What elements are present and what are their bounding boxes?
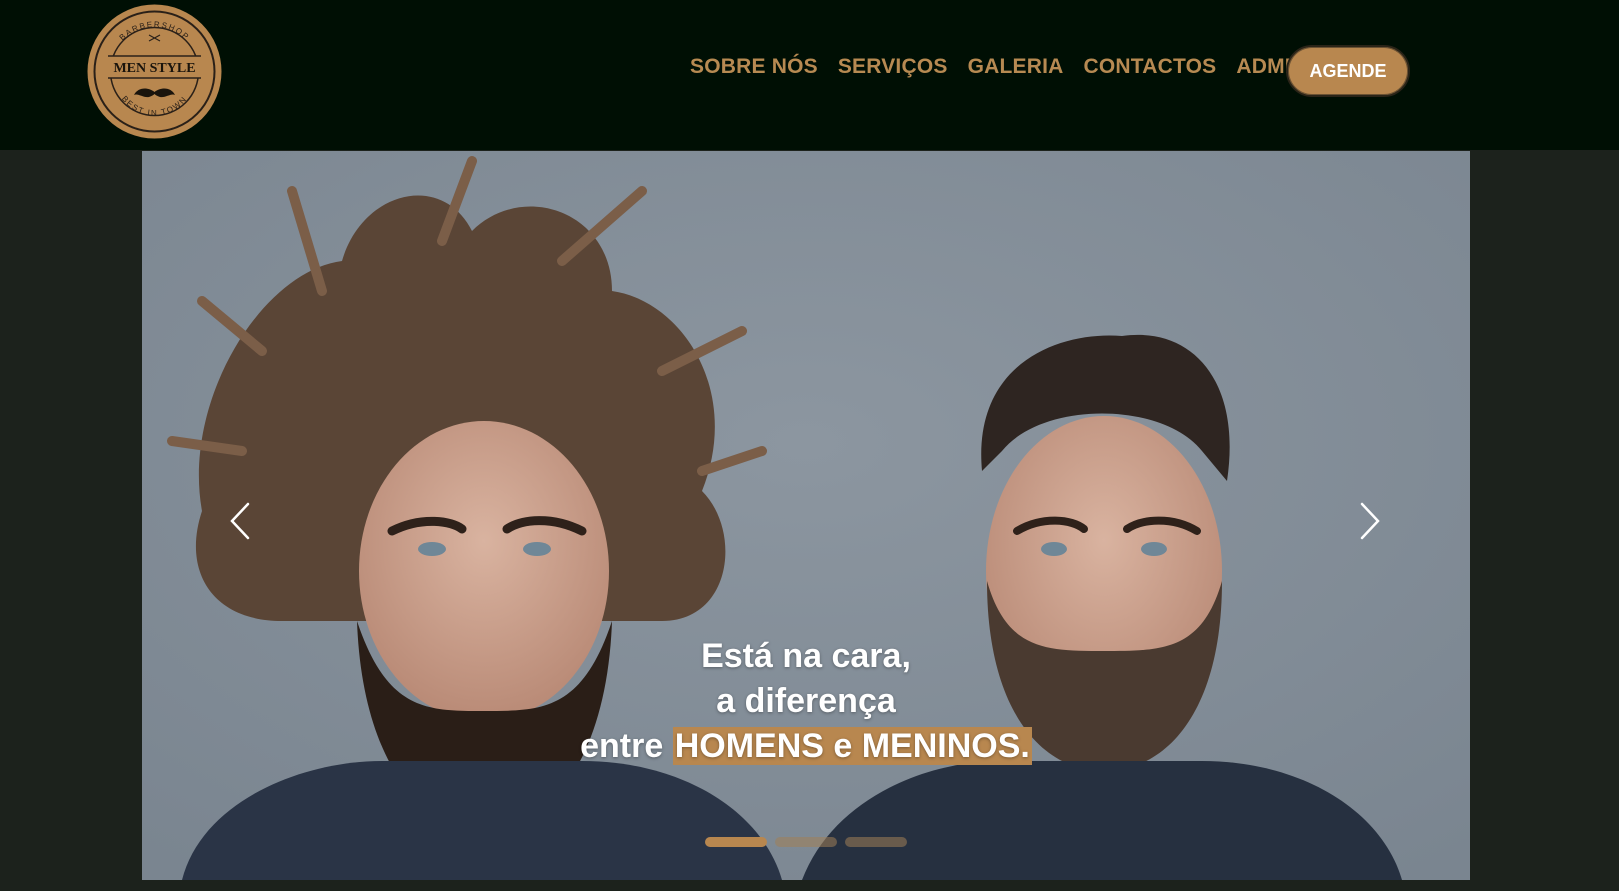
carousel-indicator-1[interactable]	[705, 837, 767, 847]
agende-button[interactable]: AGENDE	[1286, 45, 1410, 97]
carousel-next-icon[interactable]	[1348, 496, 1388, 546]
hero-photo	[142, 151, 1470, 880]
hero-highlight: HOMENS e MENINOS.	[672, 727, 1032, 765]
hero-line-3-prefix: entre	[580, 727, 664, 765]
carousel-indicators	[705, 837, 907, 847]
navbar: BARBERSHOP MEN STYLE BEST IN TOWN SOBRE …	[0, 0, 1619, 150]
hero-carousel: Está na cara, a diferença entre HOMENS e…	[142, 151, 1470, 880]
hero-line-2: a diferença	[716, 682, 896, 720]
main-nav: SOBRE NÓS SERVIÇOS GALERIA CONTACTOS ADM…	[690, 55, 1306, 79]
nav-item-sobre-nos[interactable]: SOBRE NÓS	[690, 55, 818, 79]
brand-logo[interactable]: BARBERSHOP MEN STYLE BEST IN TOWN	[86, 3, 223, 140]
carousel-indicator-3[interactable]	[845, 837, 907, 847]
carousel-indicator-2[interactable]	[775, 837, 837, 847]
hero-line-1: Está na cara,	[701, 637, 911, 675]
carousel-prev-icon[interactable]	[222, 496, 262, 546]
nav-item-servicos[interactable]: SERVIÇOS	[838, 55, 948, 79]
logo-name: MEN STYLE	[113, 61, 195, 76]
hero-line-3: entre HOMENS e MENINOS.	[142, 724, 1470, 769]
nav-item-galeria[interactable]: GALERIA	[968, 55, 1064, 79]
hero-caption: Está na cara, a diferença entre HOMENS e…	[142, 634, 1470, 769]
nav-item-contactos[interactable]: CONTACTOS	[1083, 55, 1216, 79]
